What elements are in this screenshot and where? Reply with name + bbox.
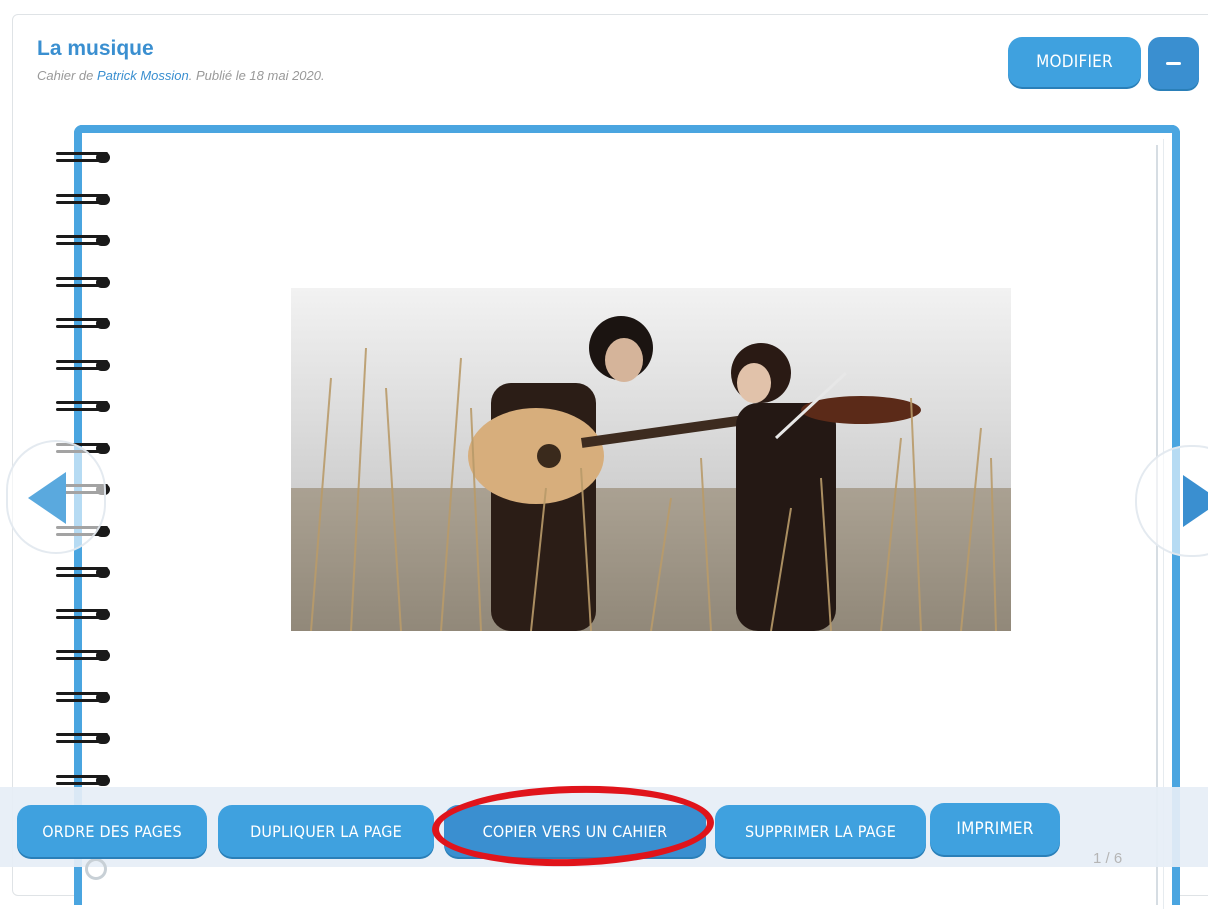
notebook-title: La musique xyxy=(37,37,154,60)
page-order-button[interactable]: ORDRE DES PAGES xyxy=(17,805,207,857)
spiral-ring xyxy=(56,316,112,330)
modify-button[interactable]: MODIFIER xyxy=(1008,37,1141,87)
duplicate-page-button[interactable]: DUPLIQUER LA PAGE xyxy=(218,805,434,857)
author-link[interactable]: Patrick Mossion xyxy=(97,68,189,83)
notebook-subtitle: Cahier de Patrick Mossion. Publié le 18 … xyxy=(37,68,325,83)
subtitle-prefix: Cahier de xyxy=(37,68,97,83)
spiral-ring xyxy=(56,648,112,662)
arrow-right-icon xyxy=(1183,475,1208,527)
spiral-ring xyxy=(56,150,112,164)
arrow-left-icon xyxy=(28,472,66,524)
spiral-ring xyxy=(56,358,112,372)
spiral-ring xyxy=(56,731,112,745)
delete-page-button[interactable]: SUPPRIMER LA PAGE xyxy=(715,805,926,857)
spiral-ring xyxy=(56,192,112,206)
spiral-ring xyxy=(56,773,112,787)
spiral-ring xyxy=(56,233,112,247)
musicians-photo-icon xyxy=(291,288,1011,631)
page-image xyxy=(291,288,1011,631)
spiral-ring xyxy=(56,690,112,704)
minus-icon xyxy=(1166,61,1181,65)
print-button[interactable]: IMPRIMER xyxy=(930,803,1060,855)
collapse-button[interactable] xyxy=(1148,37,1199,89)
previous-page-button[interactable] xyxy=(6,440,106,554)
subtitle-suffix: . Publié le 18 mai 2020. xyxy=(188,68,325,83)
spiral-ring xyxy=(56,607,112,621)
spiral-ring xyxy=(56,399,112,413)
spiral-ring xyxy=(56,275,112,289)
spiral-ring xyxy=(56,565,112,579)
